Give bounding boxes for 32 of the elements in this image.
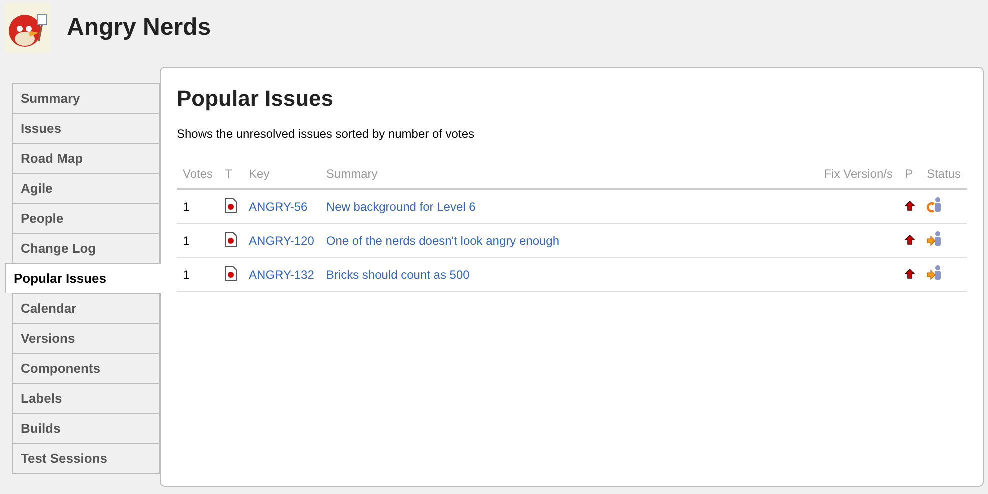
sidebar-item[interactable]: Labels (12, 383, 160, 413)
page-description: Shows the unresolved issues sorted by number of votes (177, 127, 476, 141)
issue-summary-link[interactable]: One of the nerds doesn't look angry enough (326, 234, 560, 248)
bug-icon (225, 198, 238, 212)
sidebar-item[interactable]: Summary (12, 83, 160, 113)
sidebar-item[interactable]: People (12, 203, 160, 233)
sidebar-item[interactable]: Versions (12, 323, 160, 353)
sidebar-item[interactable]: Builds (12, 413, 160, 443)
sidebar-item[interactable]: Issues (12, 113, 160, 143)
issue-key-link[interactable]: ANGRY-120 (249, 234, 314, 248)
bug-icon (225, 266, 238, 280)
page-heading: Popular Issues (177, 86, 335, 112)
bug-icon (225, 232, 238, 246)
sidebar-item[interactable]: Change Log (12, 233, 160, 263)
sidebar-item[interactable]: Calendar (12, 293, 160, 323)
issue-summary-link[interactable]: Bricks should count as 500 (326, 268, 470, 282)
project-title: Angry Nerds (67, 14, 212, 42)
priority-up-arrow-icon (904, 234, 915, 244)
priority-up-arrow-icon (904, 268, 915, 278)
priority-up-arrow-icon (904, 200, 915, 210)
angry-bird-logo (5, 3, 51, 53)
issue-key-link[interactable]: ANGRY-132 (249, 268, 314, 282)
sidebar-item[interactable]: Road Map (12, 143, 160, 173)
sidebar-item[interactable]: Popular Issues (5, 263, 161, 293)
issue-key-link[interactable]: ANGRY-56 (249, 200, 308, 214)
sidebar-item[interactable]: Agile (12, 173, 160, 203)
votes-count: 1 (183, 268, 190, 282)
sidebar-item[interactable]: Components (12, 353, 160, 383)
votes-count: 1 (183, 234, 190, 248)
sidebar-item[interactable]: Test Sessions (12, 443, 160, 474)
votes-count: 1 (183, 200, 190, 214)
issue-summary-link[interactable]: New background for Level 6 (326, 200, 476, 214)
